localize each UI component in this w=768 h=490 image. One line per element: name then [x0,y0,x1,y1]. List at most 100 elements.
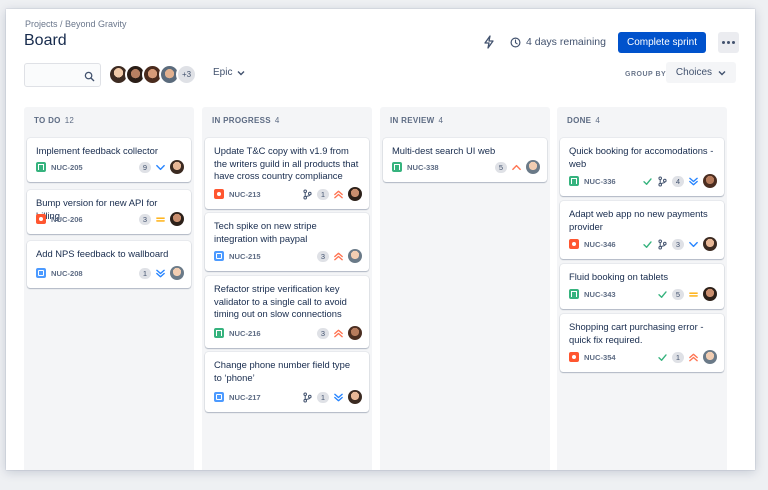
issue-summary: Tech spike on new stripe integration wit… [214,220,317,244]
story-points-badge: 1 [672,351,684,363]
story-points-badge: 1 [317,391,329,403]
assignee-avatar[interactable] [170,160,184,174]
issue-footer: NUC-216 3 [214,325,362,341]
issue-summary: Implement feedback collector [36,145,158,156]
more-options-button[interactable] [718,31,739,53]
issue-footer: NUC-206 3 [36,211,184,227]
issue-meta: 1 [302,187,362,201]
epic-filter-label: Epic [213,67,233,78]
column-header: IN REVIEW 4 [380,107,550,137]
issue-key[interactable]: NUC-208 [51,269,83,278]
issue-footer: NUC-336 4 [569,173,717,189]
issue-type-story-icon [214,328,224,338]
issue-type-bug-icon [569,352,579,362]
issue-meta: 9 [139,160,184,174]
issue-key[interactable]: NUC-205 [51,163,83,172]
story-points-badge: 1 [317,188,329,200]
issue-card[interactable]: Quick booking for accomodations - web NUC… [560,138,724,196]
assignee-avatar[interactable] [348,390,362,404]
issue-footer: NUC-343 5 [569,286,717,302]
issue-meta: 5 [495,160,540,174]
assignee-avatar[interactable] [348,187,362,201]
issue-footer: NUC-208 1 [36,265,184,281]
assignee-avatar[interactable] [170,212,184,226]
issue-type-task-icon [214,392,224,402]
group-by-select[interactable]: Choices [666,62,736,83]
issue-type-bug-icon [36,214,46,224]
story-points-badge: 3 [139,213,151,225]
story-points-badge: 5 [672,288,684,300]
issue-meta: 4 [642,174,717,188]
search-input[interactable] [24,63,101,87]
time-remaining: 4 days remaining [510,36,606,48]
assignee-avatar[interactable] [170,266,184,280]
issue-card[interactable]: Change phone number field type to ‘phone… [205,352,369,412]
column-title: IN PROGRESS [212,116,271,125]
column-header: IN PROGRESS 4 [202,107,372,137]
column-header: TO DO 12 [24,107,194,137]
issue-key[interactable]: NUC-343 [584,290,616,299]
issue-summary: Fluid booking on tablets [569,271,669,282]
automation-icon[interactable] [480,33,498,51]
done-check-icon [643,240,652,248]
issue-key[interactable]: NUC-346 [584,240,616,249]
issue-meta: 1 [302,390,362,404]
more-members-badge[interactable]: +3 [176,64,197,85]
breadcrumb[interactable]: Projects / Beyond Gravity [25,19,127,29]
issue-meta: 3 [317,326,362,340]
page-title: Board [24,32,67,49]
column-count: 4 [595,116,601,125]
issue-card[interactable]: Bump version for new API for billing NUC-… [27,190,191,234]
assignee-avatar[interactable] [348,326,362,340]
chevron-down-icon [718,70,726,75]
issue-card[interactable]: Fluid booking on tablets NUC-343 5 [560,264,724,309]
issue-card[interactable]: Adapt web app no new payments provider NU… [560,201,724,259]
issue-card[interactable]: Update T&C copy with v1.9 from the write… [205,138,369,209]
issue-footer: NUC-213 1 [214,186,362,202]
column-title: DONE [567,116,592,125]
priority-medium-icon [156,216,165,222]
issue-card[interactable]: Refactor stripe verification key validat… [205,276,369,348]
issue-type-story-icon [392,162,402,172]
issue-type-story-icon [36,162,46,172]
story-points-badge: 5 [495,161,507,173]
issue-key[interactable]: NUC-213 [229,190,261,199]
issue-summary: Add NPS feedback to wallboard [36,248,169,259]
issue-key[interactable]: NUC-216 [229,329,261,338]
column-count: 4 [438,116,444,125]
story-points-badge: 3 [317,250,329,262]
epic-filter[interactable]: Epic [213,67,245,78]
assignee-avatar[interactable] [703,350,717,364]
issue-card[interactable]: Tech spike on new stripe integration wit… [205,213,369,271]
branch-icon [303,189,312,199]
priority-low-icon [689,241,698,247]
assignee-avatar[interactable] [703,174,717,188]
issue-key[interactable]: NUC-336 [584,177,616,186]
issue-key[interactable]: NUC-206 [51,215,83,224]
assignee-avatar[interactable] [526,160,540,174]
assignee-avatar[interactable] [703,287,717,301]
issue-card[interactable]: Multi-dest search UI web NUC-338 5 [383,138,547,182]
issue-card[interactable]: Shopping cart purchasing error - quick f… [560,314,724,372]
branch-icon [658,176,667,186]
issue-card[interactable]: Implement feedback collector NUC-205 9 [27,138,191,182]
sprint-actions: 4 days remaining Complete sprint [480,31,739,53]
issue-footer: NUC-205 9 [36,159,184,175]
done-check-icon [643,177,652,185]
issue-key[interactable]: NUC-338 [407,163,439,172]
issue-card[interactable]: Add NPS feedback to wallboard NUC-208 1 [27,241,191,288]
issue-type-story-icon [569,289,579,299]
chevron-down-icon [237,70,245,75]
story-points-badge: 1 [139,267,151,279]
issue-summary: Quick booking for accomodations - web [569,145,714,169]
assignee-avatar[interactable] [703,237,717,251]
story-points-badge: 9 [139,161,151,173]
issue-key[interactable]: NUC-215 [229,252,261,261]
complete-sprint-button[interactable]: Complete sprint [617,31,706,53]
issue-meta: 3 [139,212,184,226]
issue-key[interactable]: NUC-354 [584,353,616,362]
assignee-avatar[interactable] [348,249,362,263]
search-icon [84,69,95,87]
column-in-progress: IN PROGRESS 4 Update T&C copy with v1.9 f… [202,107,372,470]
issue-key[interactable]: NUC-217 [229,393,261,402]
